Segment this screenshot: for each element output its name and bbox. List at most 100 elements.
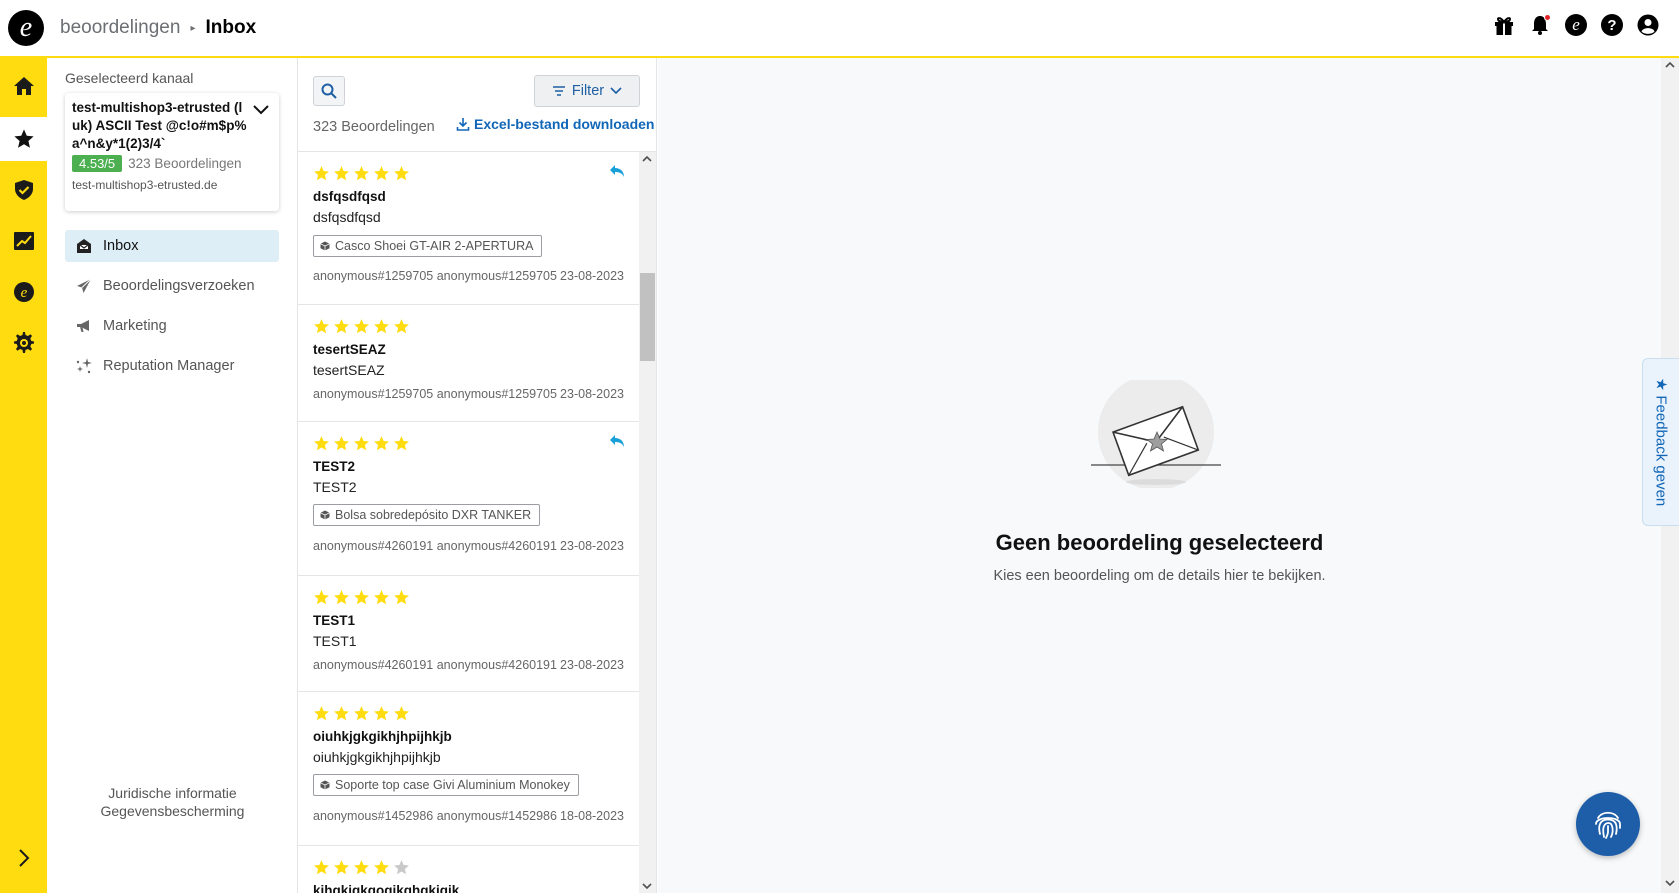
product-tag-label: Soporte top case Givi Aluminium Monokey [335, 778, 570, 792]
account-icon[interactable] [1637, 14, 1659, 36]
chevron-down-icon[interactable] [253, 105, 269, 115]
review-title: oiuhkjgkgikhjhpijhkjb [313, 729, 452, 744]
reply-icon [609, 434, 625, 448]
etrusted-icon[interactable]: e [1565, 14, 1587, 36]
empty-state-title: Geen beoordeling geselecteerd [995, 530, 1324, 555]
star-filled-icon [394, 590, 409, 605]
sidebar-item-inbox[interactable]: Inbox [65, 230, 279, 262]
star-filled-icon [374, 166, 389, 181]
review-author: anonymous#1259705 anonymous#1259705 [313, 269, 557, 283]
feedback-tab[interactable]: ★ Feedback geven [1642, 358, 1679, 526]
star-filled-icon [374, 860, 389, 875]
rating-badge: 4.53/5 [72, 155, 123, 172]
channel-rating-row: 4.53/5 323 Beoordelingen [72, 155, 272, 172]
star-icon[interactable] [0, 117, 47, 161]
review-item[interactable]: kihgkigkgogikghgkigik [298, 846, 639, 893]
privacy-link[interactable]: Gegevensbescherming [47, 802, 298, 820]
sidebar-item-requests[interactable]: Beoordelingsverzoeken [65, 270, 279, 302]
review-meta: anonymous#1259705 anonymous#1259705 23-0… [313, 269, 624, 283]
review-date: 23-08-2023 [560, 539, 624, 553]
star-filled-icon [374, 319, 389, 334]
review-author: anonymous#4260191 anonymous#4260191 [313, 539, 557, 553]
reply-icon [609, 164, 625, 178]
home-icon[interactable] [0, 64, 47, 108]
review-list-scroll-thumb[interactable] [640, 273, 655, 361]
chevron-down-icon [610, 87, 622, 95]
review-item[interactable]: tesertSEAZ tesertSEAZ anonymous#1259705 … [298, 305, 639, 422]
shield-check-icon[interactable] [0, 168, 47, 212]
star-filled-icon [334, 436, 349, 451]
star-filled-icon [394, 436, 409, 451]
empty-state-subtitle: Kies een beoordeling om de details hier … [993, 568, 1326, 584]
chart-icon[interactable] [0, 219, 47, 263]
scroll-down-arrow-icon[interactable] [642, 883, 652, 889]
product-tag-label: Casco Shoei GT-AIR 2-APERTURA [335, 239, 534, 253]
box-icon [320, 510, 330, 520]
sidebar-item-label: Inbox [103, 238, 139, 254]
review-text: dsfqsdfqsd [313, 209, 381, 225]
scroll-up-arrow-icon[interactable] [642, 156, 652, 162]
gift-icon[interactable] [1493, 14, 1515, 36]
star-rating [313, 589, 410, 606]
star-filled-icon [334, 860, 349, 875]
star-empty-icon [394, 860, 409, 875]
feedback-label: ★ Feedback geven [1652, 377, 1670, 507]
gear-icon[interactable] [0, 321, 47, 365]
svg-text:e: e [20, 285, 27, 301]
star-filled-icon [394, 166, 409, 181]
star-rating [313, 435, 410, 452]
fingerprint-button[interactable] [1576, 792, 1640, 856]
bell-icon[interactable] [1529, 14, 1551, 36]
download-icon [456, 118, 470, 131]
review-meta: anonymous#4260191 anonymous#4260191 23-0… [313, 539, 624, 553]
review-title: dsfqsdfqsd [313, 189, 386, 204]
review-item[interactable]: TEST1 TEST1 anonymous#4260191 anonymous#… [298, 576, 639, 692]
review-item[interactable]: oiuhkjgkgikhjhpijhkjb oiuhkjgkgikhjhpijh… [298, 692, 639, 846]
review-list-panel: Filter 323 Beoordelingen Excel-bestand d… [298, 58, 657, 893]
star-filled-icon [354, 860, 369, 875]
etrusted-logo[interactable]: e [8, 10, 44, 46]
help-icon[interactable]: ? [1601, 14, 1623, 36]
star-filled-icon [354, 590, 369, 605]
etrusted-icon[interactable]: e [0, 270, 47, 314]
envelope-illustration-icon [1091, 380, 1221, 488]
header-actions: e ? [1493, 14, 1659, 36]
review-text: TEST2 [313, 479, 357, 495]
review-meta: anonymous#1452986 anonymous#1452986 18-0… [313, 809, 624, 823]
search-button[interactable] [313, 76, 345, 106]
star-filled-icon [374, 706, 389, 721]
review-item[interactable]: TEST2 TEST2 Bolsa sobredepósito DXR TANK… [298, 422, 639, 576]
sidebar-item-reputation-manager[interactable]: Reputation Manager [65, 350, 279, 382]
legal-info-link[interactable]: Juridische informatie [47, 784, 298, 802]
breadcrumb-parent[interactable]: beoordelingen [60, 17, 180, 39]
star-filled-icon [374, 436, 389, 451]
review-meta: anonymous#1259705 anonymous#1259705 23-0… [313, 387, 624, 401]
product-tag: Bolsa sobredepósito DXR TANKER [313, 504, 541, 526]
review-list: dsfqsdfqsd dsfqsdfqsd Casco Shoei GT-AIR… [298, 152, 639, 893]
star-filled-icon [354, 166, 369, 181]
product-tag: Casco Shoei GT-AIR 2-APERTURA [313, 235, 543, 257]
channel-selector[interactable]: test-multishop3-etrusted (luk) ASCII Tes… [65, 93, 279, 211]
channel-name: test-multishop3-etrusted (luk) ASCII Tes… [72, 100, 247, 151]
chevron-right-icon[interactable] [0, 843, 47, 873]
page-scroll-down-arrow-icon[interactable] [1665, 880, 1675, 886]
sidebar-item-label: Marketing [103, 318, 167, 334]
sidebar-item-marketing[interactable]: Marketing [65, 310, 279, 342]
star-filled-icon [334, 706, 349, 721]
box-icon [320, 780, 330, 790]
box-icon [320, 241, 330, 251]
main-nav-rail: e [0, 58, 47, 893]
review-list-scrollbar[interactable] [639, 152, 656, 893]
filter-button[interactable]: Filter [534, 75, 640, 107]
star-filled-icon [314, 319, 329, 334]
review-item[interactable]: dsfqsdfqsd dsfqsdfqsd Casco Shoei GT-AIR… [298, 152, 639, 305]
review-title: TEST2 [313, 459, 356, 474]
inbox-icon [75, 237, 93, 255]
excel-download-label: Excel-bestand downloaden [474, 116, 655, 132]
secondary-sidebar: Geselecteerd kanaal test-multishop3-etru… [47, 58, 298, 893]
star-filled-icon [314, 860, 329, 875]
page-scroll-up-arrow-icon[interactable] [1665, 62, 1675, 68]
review-author: anonymous#1452986 anonymous#1452986 [313, 809, 557, 823]
excel-download-link[interactable]: Excel-bestand downloaden [456, 116, 654, 132]
review-author: anonymous#4260191 anonymous#4260191 [313, 658, 557, 672]
